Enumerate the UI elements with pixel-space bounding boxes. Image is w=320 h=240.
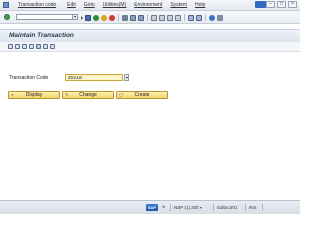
menu-utilities[interactable]: Utilities(M) (103, 2, 127, 8)
application-toolbar-icons (8, 44, 57, 49)
toolbar-separator (184, 14, 185, 21)
menu-transaction-code[interactable]: Transaction code (18, 2, 56, 8)
back-arrow-icon[interactable] (81, 16, 83, 20)
command-dropdown-icon[interactable]: ▾ (73, 14, 78, 20)
pencil-icon: ✎ (65, 92, 69, 97)
sap-logo-icon (255, 1, 266, 8)
new-session-icon[interactable] (188, 14, 194, 21)
last-page-icon[interactable] (175, 14, 181, 21)
find-next-icon[interactable] (138, 14, 144, 21)
delete-icon[interactable] (22, 44, 27, 49)
display-object-list-icon[interactable] (43, 44, 48, 49)
transaction-code-label: Transaction Code (9, 75, 49, 81)
window-controls: – □ × (266, 1, 297, 8)
system-info-dropdown-icon[interactable]: ▾ (200, 205, 202, 210)
title-bar: Maintain Transaction (0, 29, 300, 43)
display-button[interactable]: ∞ Display (8, 91, 60, 99)
display-button-label: Display (25, 92, 43, 98)
close-icon[interactable]: × (288, 1, 297, 8)
menu-system[interactable]: System (170, 2, 187, 8)
documentation-icon[interactable] (50, 44, 55, 49)
create-button-label: Create (134, 92, 150, 98)
server-name: EditorJr01 (213, 204, 238, 211)
back-icon[interactable] (93, 14, 99, 21)
menu-help[interactable]: Help (195, 2, 205, 8)
command-field[interactable] (16, 14, 73, 20)
toolbar-separator (118, 14, 119, 21)
exit-icon[interactable] (101, 14, 107, 21)
other-object-icon[interactable] (8, 44, 13, 49)
menu-environment[interactable]: Environment (134, 2, 162, 8)
application-toolbar (0, 42, 300, 52)
menu-items: Transaction code Edit Goto Utilities(M) … (18, 2, 213, 8)
insert-mode: INS (245, 204, 257, 211)
menu-edit[interactable]: Edit (67, 2, 76, 8)
menu-goto[interactable]: Goto (84, 2, 95, 8)
help-icon[interactable] (209, 14, 215, 21)
page-title: Maintain Transaction (9, 32, 74, 39)
maximize-icon[interactable]: □ (277, 1, 286, 8)
toolbar-separator (205, 14, 206, 21)
shortcut-icon[interactable] (196, 14, 202, 21)
status-empty-field (262, 204, 296, 211)
print-icon[interactable] (122, 14, 128, 21)
find-icon[interactable] (130, 14, 136, 21)
enter-icon[interactable] (4, 14, 10, 20)
sap-logo: SAP (146, 204, 158, 211)
app-menu-icon[interactable] (3, 2, 9, 8)
glasses-icon: ∞ (11, 92, 14, 97)
change-button[interactable]: ✎ Change (62, 91, 114, 99)
system-info-text: NSP (1) 200 (174, 205, 199, 210)
previous-page-icon[interactable] (159, 14, 165, 21)
change-button-label: Change (79, 92, 97, 98)
save-icon[interactable] (85, 14, 91, 21)
toolbar-separator (147, 14, 148, 21)
cancel-icon[interactable] (109, 14, 115, 21)
action-buttons: ∞ Display ✎ Change ▢ Create (8, 91, 170, 99)
transaction-code-input[interactable]: ZSALE (65, 74, 123, 81)
next-page-icon[interactable] (167, 14, 173, 21)
transport-icon[interactable] (36, 44, 41, 49)
customize-layout-icon[interactable] (217, 14, 223, 21)
where-used-icon[interactable] (29, 44, 34, 49)
menu-bar: Transaction code Edit Goto Utilities(M) … (0, 0, 300, 11)
copy-icon[interactable] (15, 44, 20, 49)
first-page-icon[interactable] (151, 14, 157, 21)
create-button[interactable]: ▢ Create (116, 91, 168, 99)
system-toolbar: ▾ (0, 11, 300, 24)
value-help-icon[interactable] (124, 74, 129, 81)
status-bar: SAP ◂ NSP (1) 200 ▾ EditorJr01 INS (0, 200, 300, 214)
create-document-icon: ▢ (119, 92, 123, 97)
minimize-icon[interactable]: – (266, 1, 275, 8)
toolbar-icons (81, 14, 225, 21)
system-info[interactable]: NSP (1) 200 ▾ (170, 204, 202, 211)
status-expand-icon[interactable]: ◂ (162, 204, 165, 210)
